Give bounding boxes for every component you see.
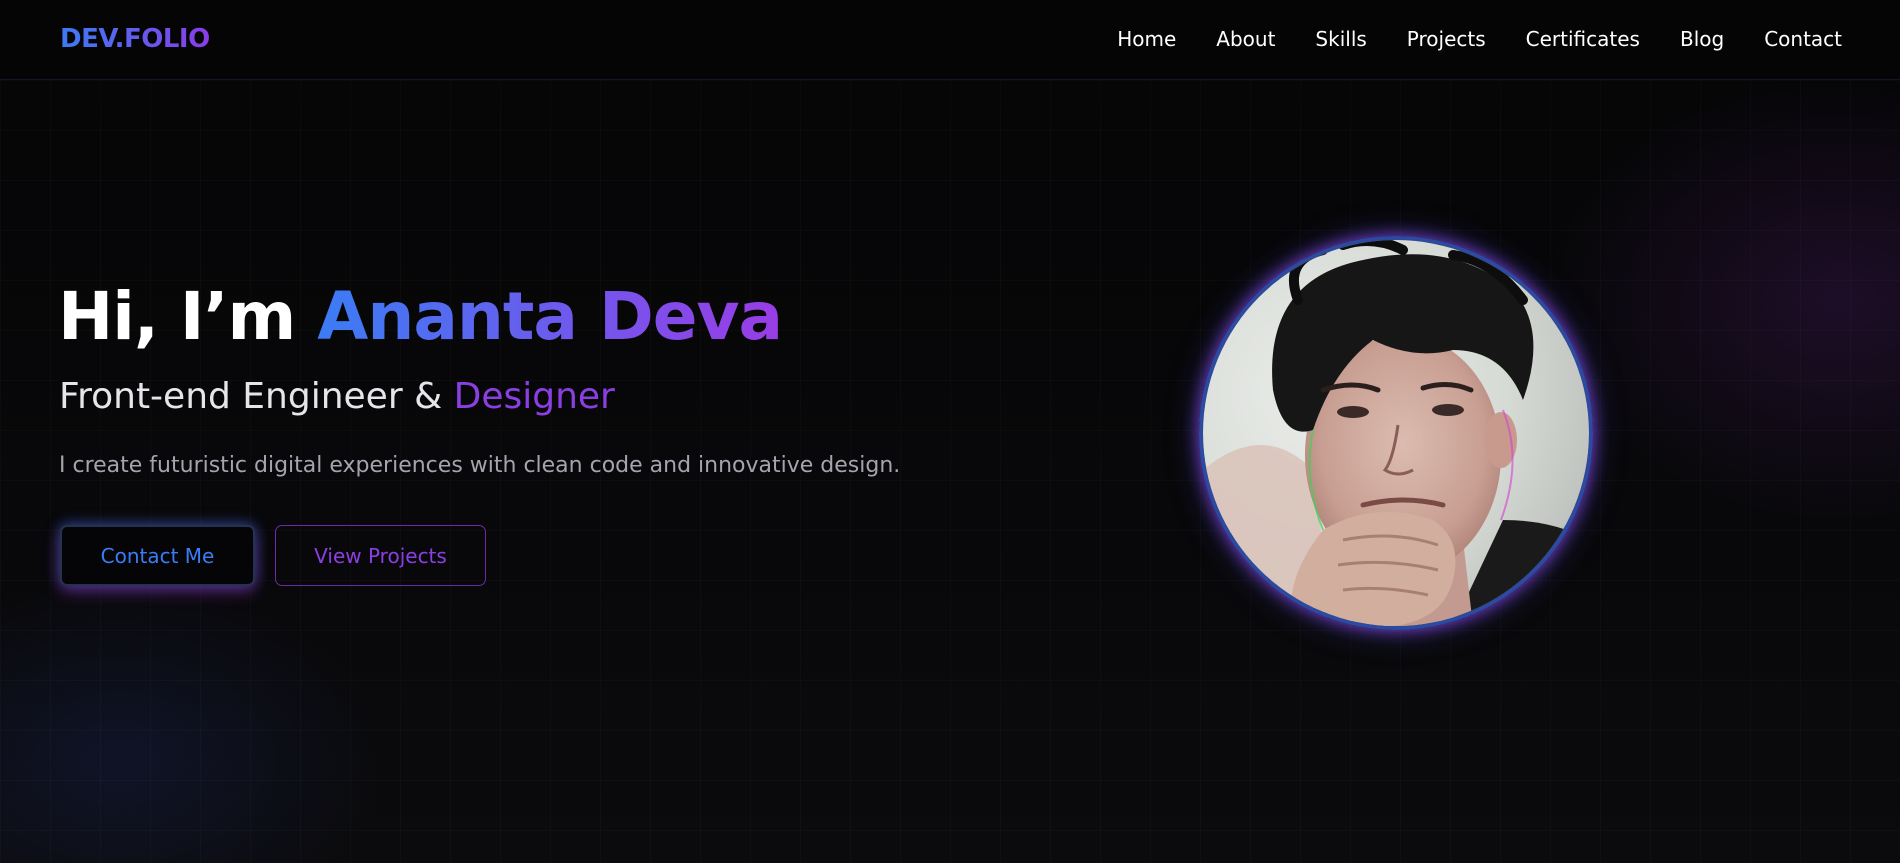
nav-item-blog[interactable]: Blog — [1680, 24, 1724, 54]
view-projects-button[interactable]: View Projects — [275, 525, 486, 586]
hero-subtitle: Front-end Engineer & Designer — [59, 372, 615, 422]
subtitle-prefix: Front-end Engineer & — [59, 376, 454, 417]
nav-item-contact[interactable]: Contact — [1764, 24, 1842, 54]
hero-name: Ananta Deva — [317, 278, 783, 355]
nav-item-certificates[interactable]: Certificates — [1526, 24, 1640, 54]
nav-item-about[interactable]: About — [1216, 24, 1275, 54]
profile-avatar — [1199, 236, 1593, 630]
site-header: DEV.FOLIO Home About Skills Projects Cer… — [0, 0, 1900, 80]
profile-photo — [1203, 240, 1589, 626]
subtitle-accent: Designer — [453, 376, 615, 417]
nav-item-home[interactable]: Home — [1117, 24, 1176, 54]
main-nav: Home About Skills Projects Certificates … — [1117, 24, 1842, 54]
site-logo[interactable]: DEV.FOLIO — [60, 22, 210, 56]
contact-me-button[interactable]: Contact Me — [60, 525, 255, 586]
nav-item-skills[interactable]: Skills — [1315, 24, 1366, 54]
hero-heading: Hi, I’m Ananta Deva — [58, 272, 783, 362]
nav-item-projects[interactable]: Projects — [1407, 24, 1486, 54]
hero-description: I create futuristic digital experiences … — [59, 453, 901, 478]
hero-greeting: Hi, I’m — [58, 278, 318, 355]
